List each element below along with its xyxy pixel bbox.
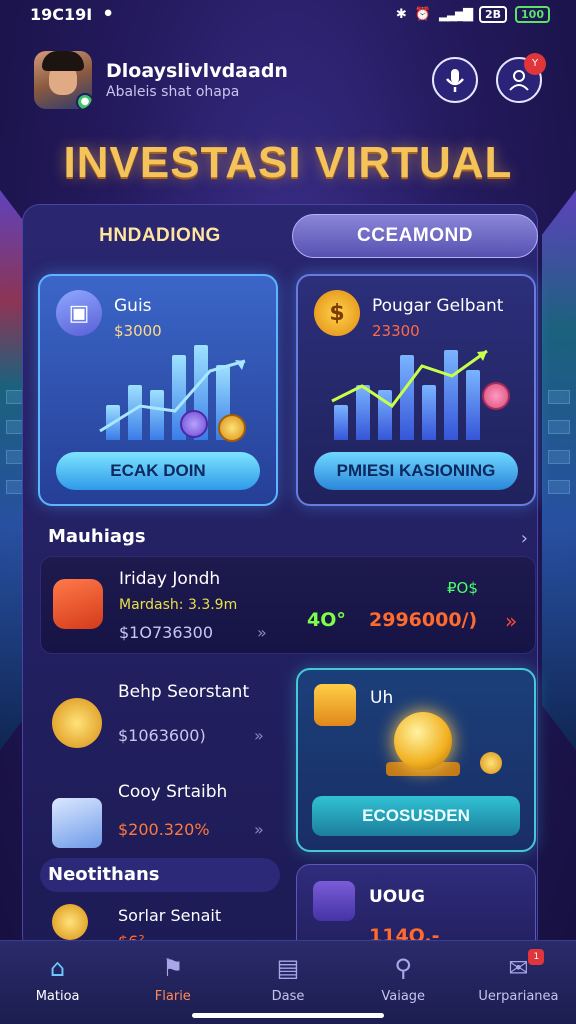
dollar-coin-icon: $ (314, 290, 360, 336)
alarm-icon: ⏰ (414, 6, 431, 22)
bluetooth-icon: ✱ (395, 6, 407, 22)
item-subtitle: Mardash: 3.3.9m (119, 597, 238, 613)
profile-button[interactable]: Y (496, 53, 546, 103)
settings-icon: ⚫ (102, 6, 114, 22)
user-subtitle: Abaleis shat ohapa (106, 84, 240, 100)
trend-line-icon (331, 349, 488, 409)
chevron-right-icon[interactable]: › (521, 528, 528, 549)
card-value: $3000 (114, 322, 162, 340)
avatar[interactable]: ● (34, 51, 92, 109)
chat-icon: ✉ 1 (502, 949, 545, 983)
coin-icon (482, 382, 510, 410)
chart-icon: ▤ (276, 954, 300, 982)
status-bar: 19C19I ⚫ ✱ ⏰ ▂▃▅▇ 2B 100 (0, 0, 576, 28)
battery-level: 100 (515, 5, 550, 23)
list-item[interactable]: Cooy Srtaibh $200.320% » (40, 776, 280, 866)
tab-bar: HNDADIONG CCEAMOND (38, 214, 538, 260)
camera-icon (53, 579, 103, 629)
item-value: $200.320% (118, 820, 210, 839)
section-title: Neotithans (48, 864, 160, 885)
coin-icon (180, 410, 208, 438)
double-chevron-icon[interactable]: » (254, 820, 264, 839)
item-name: Behp Seorstant (118, 682, 250, 702)
username: Dloayslivlvdaadn (106, 60, 288, 82)
item-name: Sorlar Senait (118, 906, 222, 925)
list-item[interactable]: Iriday Jondh Mardash: 3.3.9m $1O736300 ₽… (40, 556, 536, 654)
tab-secondary[interactable]: CCEAMOND (292, 214, 538, 258)
featured-label: Uh (370, 688, 394, 708)
card-action-button[interactable]: ECAK DOIN (56, 452, 260, 490)
bottom-nav: ⌂ Matioa ⚑ Flarie ▤ Dase ⚲ Vaiage ✉ 1 Uer… (0, 940, 576, 1024)
right-scenery (542, 190, 576, 750)
online-badge-icon: ● (76, 93, 92, 109)
double-chevron-icon[interactable]: » (505, 609, 517, 633)
item-value: $1063600) (118, 726, 206, 745)
coin-icon (52, 904, 88, 940)
featured-button[interactable]: ECOSUSDEN (312, 796, 520, 836)
microphone-icon (446, 69, 464, 92)
tab-primary[interactable]: HNDADIONG (38, 214, 282, 258)
nav-item-vaiage[interactable]: ⚲ Vaiage (346, 941, 461, 1024)
card-name: Guis (114, 296, 152, 316)
card-value: 23300 (372, 322, 420, 340)
signal-icon: ▂▃▅▇ (438, 6, 473, 22)
nav-item-dase[interactable]: ▤ Dase (230, 941, 345, 1024)
small-card-label: UOUG (369, 887, 426, 907)
nav-badge: 1 (528, 949, 545, 965)
gold-coin-icon (394, 712, 452, 770)
home-icon: ⌂ (49, 954, 66, 982)
nav-label: Dase (271, 989, 305, 1004)
item-right-value: 2996000/) (369, 609, 478, 631)
card-action-button[interactable]: PMIESI KASIONING (314, 452, 518, 490)
notification-badge: Y (524, 53, 546, 75)
coin-icon (218, 414, 246, 442)
coin-stack-icon (52, 698, 102, 748)
microphone-button[interactable] (432, 57, 478, 103)
home-indicator (192, 1013, 384, 1018)
item-value: $1O736300 (119, 623, 214, 642)
nav-label: Matioa (35, 989, 80, 1004)
cube-icon: ▣ (56, 290, 102, 336)
double-chevron-icon[interactable]: » (254, 726, 264, 745)
card-name: Pougar Gelbant (372, 296, 504, 316)
nav-item-home[interactable]: ⌂ Matioa (0, 941, 115, 1024)
house-flag-icon: ⚑ (162, 954, 184, 982)
section-title: Mauhiags (48, 526, 146, 547)
item-name: Cooy Srtaibh (118, 782, 228, 802)
page-title: INVESTASI VIRTUAL (63, 138, 513, 187)
double-chevron-icon[interactable]: » (257, 623, 267, 642)
item-name: Iriday Jondh (119, 569, 221, 589)
nav-label: Uerparianea (478, 989, 559, 1004)
list-item[interactable]: Sorlar Senait $6² (40, 898, 280, 942)
item-percent: 4O° (307, 609, 346, 631)
wallet-icon (313, 881, 355, 921)
search-icon: ⚲ (394, 954, 412, 982)
featured-card[interactable]: Uh ECOSUSDEN (296, 668, 536, 852)
investment-card-1[interactable]: ▣ Guis $3000 ECAK DOIN (38, 274, 278, 506)
list-item[interactable]: Behp Seorstant $1063600) » (40, 676, 280, 766)
profile-header: ● Dloayslivlvdaadn Abaleis shat ohapa Y (34, 50, 546, 110)
ticket-icon (314, 684, 356, 726)
status-time: 19C19I (30, 4, 93, 24)
investment-card-2[interactable]: $ Pougar Gelbant 23300 PMIESI KASIONING (296, 274, 536, 506)
battery-indicator: 2B (478, 5, 508, 23)
document-icon (52, 798, 102, 848)
medal-icon (480, 752, 502, 774)
nav-label: Flarie (154, 989, 191, 1004)
item-small-value: ₽O$ (447, 579, 478, 597)
nav-item-messages[interactable]: ✉ 1 Uerparianea (461, 941, 576, 1024)
nav-label: Vaiage (381, 989, 426, 1004)
nav-item-flarie[interactable]: ⚑ Flarie (115, 941, 230, 1024)
